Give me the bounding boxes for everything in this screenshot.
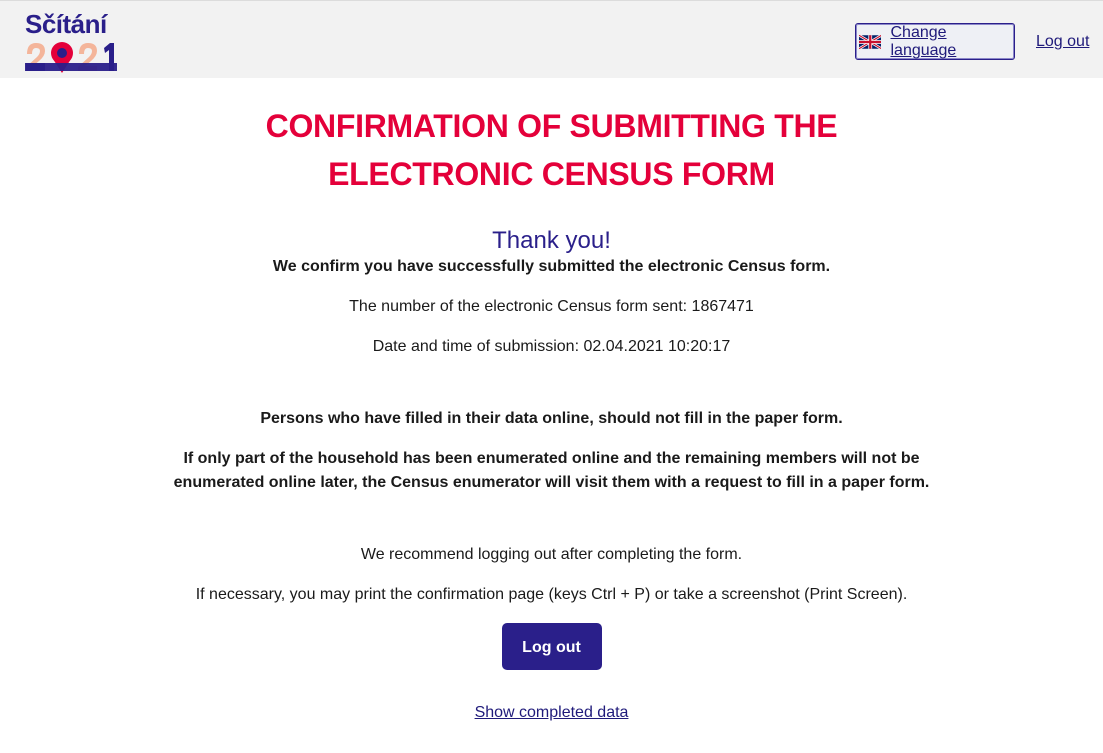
confirmation-content: CONFIRMATION OF SUBMITTING THE ELECTRONI… (0, 78, 1103, 722)
census-logo[interactable]: Sčítání 2021 (25, 10, 117, 74)
logo-word: Sčítání (25, 9, 107, 39)
submission-date: Date and time of submission: 02.04.2021 … (372, 338, 731, 355)
notice-household: If only part of the household has been e… (173, 450, 930, 491)
print-hint-text: If necessary, you may print the confirma… (195, 586, 908, 603)
notice-paper-form: Persons who have filled in their data on… (260, 410, 843, 427)
form-number: The number of the electronic Census form… (349, 298, 754, 315)
title-line-2: ELECTRONIC CENSUS FORM (328, 156, 775, 192)
change-language-label: Change language (890, 23, 957, 59)
show-completed-data-link[interactable]: Show completed data (475, 704, 629, 721)
confirm-text: We confirm you have successfully submitt… (272, 258, 831, 275)
page-title: CONFIRMATION OF SUBMITTING THE ELECTRONI… (0, 78, 1103, 198)
logo-year-graphic (25, 42, 117, 73)
title-line-1: CONFIRMATION OF SUBMITTING THE (265, 108, 838, 144)
header: Sčítání 2021 Change langu (0, 0, 1103, 78)
logout-button[interactable]: Log out (501, 623, 602, 670)
change-language-button[interactable]: Change language (855, 23, 1015, 60)
uk-flag-icon (859, 34, 882, 49)
thank-you-heading: Thank you! (492, 227, 611, 254)
recommend-logout-text: We recommend logging out after completin… (360, 546, 743, 563)
header-logout-link[interactable]: Log out (1036, 33, 1089, 51)
